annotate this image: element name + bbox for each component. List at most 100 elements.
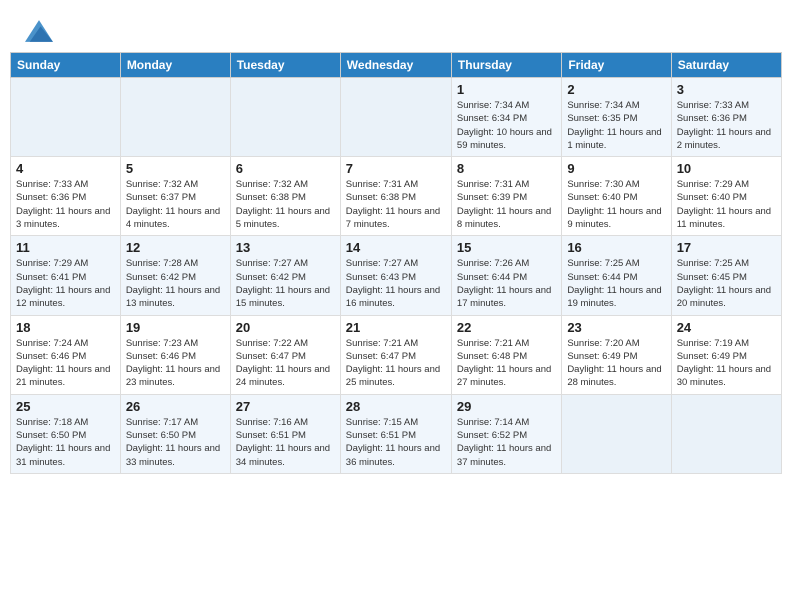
day-info: Sunrise: 7:25 AMSunset: 6:45 PMDaylight:… [677,257,776,310]
weekday-header-friday: Friday [562,53,671,78]
logo [25,20,57,42]
day-info: Sunrise: 7:34 AMSunset: 6:35 PMDaylight:… [567,99,665,152]
calendar-week-row: 18 Sunrise: 7:24 AMSunset: 6:46 PMDayligh… [11,315,782,394]
calendar-day-cell: 19Sunrise: 7:23 AMSunset: 6:46 PMDayligh… [120,315,230,394]
calendar-day-cell: 14 Sunrise: 7:27 AMSunset: 6:43 PMDayligh… [340,236,451,315]
day-number: 14 [346,240,446,255]
calendar-week-row: 11 Sunrise: 7:29 AMSunset: 6:41 PMDayligh… [11,236,782,315]
calendar-day-cell: 27 Sunrise: 7:16 AMSunset: 6:51 PMDayligh… [230,394,340,473]
calendar-day-cell: 5 Sunrise: 7:32 AMSunset: 6:37 PMDaylight… [120,157,230,236]
calendar-table: SundayMondayTuesdayWednesdayThursdayFrid… [10,52,782,474]
day-info: Sunrise: 7:24 AMSunset: 6:46 PMDaylight:… [16,337,115,390]
day-number: 11 [16,240,115,255]
calendar-day-cell: 28 Sunrise: 7:15 AMSunset: 6:51 PMDayligh… [340,394,451,473]
day-info: Sunrise: 7:14 AMSunset: 6:52 PMDaylight:… [457,416,556,469]
calendar-day-cell: 11 Sunrise: 7:29 AMSunset: 6:41 PMDayligh… [11,236,121,315]
calendar-day-cell: 15 Sunrise: 7:26 AMSunset: 6:44 PMDayligh… [451,236,561,315]
day-info: Sunrise: 7:17 AMSunset: 6:50 PMDaylight:… [126,416,225,469]
calendar-day-cell: 4Sunrise: 7:33 AMSunset: 6:36 PMDaylight… [11,157,121,236]
day-number: 20 [236,320,335,335]
day-info: Sunrise: 7:32 AMSunset: 6:37 PMDaylight:… [126,178,225,231]
day-info: Sunrise: 7:31 AMSunset: 6:38 PMDaylight:… [346,178,446,231]
day-number: 25 [16,399,115,414]
calendar-day-cell [562,394,671,473]
day-number: 28 [346,399,446,414]
calendar-day-cell: 18 Sunrise: 7:24 AMSunset: 6:46 PMDayligh… [11,315,121,394]
day-info: Sunrise: 7:21 AMSunset: 6:47 PMDaylight:… [346,337,446,390]
day-info: Sunrise: 7:30 AMSunset: 6:40 PMDaylight:… [567,178,665,231]
day-info: Sunrise: 7:22 AMSunset: 6:47 PMDaylight:… [236,337,335,390]
calendar-day-cell: 13 Sunrise: 7:27 AMSunset: 6:42 PMDayligh… [230,236,340,315]
weekday-header-wednesday: Wednesday [340,53,451,78]
day-info: Sunrise: 7:16 AMSunset: 6:51 PMDaylight:… [236,416,335,469]
day-number: 13 [236,240,335,255]
day-number: 27 [236,399,335,414]
day-number: 29 [457,399,556,414]
calendar-day-cell: 16 Sunrise: 7:25 AMSunset: 6:44 PMDayligh… [562,236,671,315]
day-number: 8 [457,161,556,176]
day-number: 7 [346,161,446,176]
calendar-day-cell: 7 Sunrise: 7:31 AMSunset: 6:38 PMDaylight… [340,157,451,236]
calendar-day-cell: 23 Sunrise: 7:20 AMSunset: 6:49 PMDayligh… [562,315,671,394]
day-info: Sunrise: 7:18 AMSunset: 6:50 PMDaylight:… [16,416,115,469]
day-number: 24 [677,320,776,335]
calendar-day-cell [120,78,230,157]
day-info: Sunrise: 7:28 AMSunset: 6:42 PMDaylight:… [126,257,225,310]
calendar-day-cell: 12 Sunrise: 7:28 AMSunset: 6:42 PMDayligh… [120,236,230,315]
day-number: 10 [677,161,776,176]
day-info: Sunrise: 7:29 AMSunset: 6:41 PMDaylight:… [16,257,115,310]
day-number: 22 [457,320,556,335]
calendar-day-cell: 22 Sunrise: 7:21 AMSunset: 6:48 PMDayligh… [451,315,561,394]
day-number: 1 [457,82,556,97]
day-info: Sunrise: 7:27 AMSunset: 6:43 PMDaylight:… [346,257,446,310]
calendar-day-cell: 20 Sunrise: 7:22 AMSunset: 6:47 PMDayligh… [230,315,340,394]
day-info: Sunrise: 7:31 AMSunset: 6:39 PMDaylight:… [457,178,556,231]
calendar-day-cell: 10 Sunrise: 7:29 AMSunset: 6:40 PMDayligh… [671,157,781,236]
calendar-day-cell: 8 Sunrise: 7:31 AMSunset: 6:39 PMDaylight… [451,157,561,236]
calendar-week-row: 25 Sunrise: 7:18 AMSunset: 6:50 PMDayligh… [11,394,782,473]
weekday-header-tuesday: Tuesday [230,53,340,78]
day-number: 17 [677,240,776,255]
weekday-header-sunday: Sunday [11,53,121,78]
day-info: Sunrise: 7:25 AMSunset: 6:44 PMDaylight:… [567,257,665,310]
day-info: Sunrise: 7:33 AMSunset: 6:36 PMDaylight:… [677,99,776,152]
day-number: 3 [677,82,776,97]
calendar-day-cell [340,78,451,157]
day-info: Sunrise: 7:21 AMSunset: 6:48 PMDaylight:… [457,337,556,390]
weekday-header-saturday: Saturday [671,53,781,78]
day-number: 21 [346,320,446,335]
calendar-day-cell: 9 Sunrise: 7:30 AMSunset: 6:40 PMDaylight… [562,157,671,236]
day-number: 12 [126,240,225,255]
logo-icon [25,20,53,42]
day-number: 9 [567,161,665,176]
day-info: Sunrise: 7:20 AMSunset: 6:49 PMDaylight:… [567,337,665,390]
day-info: Sunrise: 7:26 AMSunset: 6:44 PMDaylight:… [457,257,556,310]
weekday-header-monday: Monday [120,53,230,78]
calendar-day-cell: 2Sunrise: 7:34 AMSunset: 6:35 PMDaylight… [562,78,671,157]
day-info: Sunrise: 7:19 AMSunset: 6:49 PMDaylight:… [677,337,776,390]
day-number: 16 [567,240,665,255]
page-header [10,10,782,47]
calendar-week-row: 4Sunrise: 7:33 AMSunset: 6:36 PMDaylight… [11,157,782,236]
calendar-day-cell: 3 Sunrise: 7:33 AMSunset: 6:36 PMDaylight… [671,78,781,157]
calendar-day-cell: 25 Sunrise: 7:18 AMSunset: 6:50 PMDayligh… [11,394,121,473]
weekday-header-row: SundayMondayTuesdayWednesdayThursdayFrid… [11,53,782,78]
calendar-day-cell [11,78,121,157]
calendar-day-cell: 26 Sunrise: 7:17 AMSunset: 6:50 PMDayligh… [120,394,230,473]
day-number: 23 [567,320,665,335]
day-info: Sunrise: 7:29 AMSunset: 6:40 PMDaylight:… [677,178,776,231]
calendar-day-cell: 1Sunrise: 7:34 AMSunset: 6:34 PMDaylight… [451,78,561,157]
day-number: 26 [126,399,225,414]
day-info: Sunrise: 7:23 AMSunset: 6:46 PMDaylight:… [126,337,225,390]
day-number: 5 [126,161,225,176]
day-number: 18 [16,320,115,335]
day-number: 4 [16,161,115,176]
day-info: Sunrise: 7:15 AMSunset: 6:51 PMDaylight:… [346,416,446,469]
day-number: 6 [236,161,335,176]
day-number: 15 [457,240,556,255]
calendar-day-cell: 6Sunrise: 7:32 AMSunset: 6:38 PMDaylight… [230,157,340,236]
day-info: Sunrise: 7:27 AMSunset: 6:42 PMDaylight:… [236,257,335,310]
calendar-day-cell: 24 Sunrise: 7:19 AMSunset: 6:49 PMDayligh… [671,315,781,394]
calendar-day-cell: 29 Sunrise: 7:14 AMSunset: 6:52 PMDayligh… [451,394,561,473]
calendar-day-cell: 21 Sunrise: 7:21 AMSunset: 6:47 PMDayligh… [340,315,451,394]
